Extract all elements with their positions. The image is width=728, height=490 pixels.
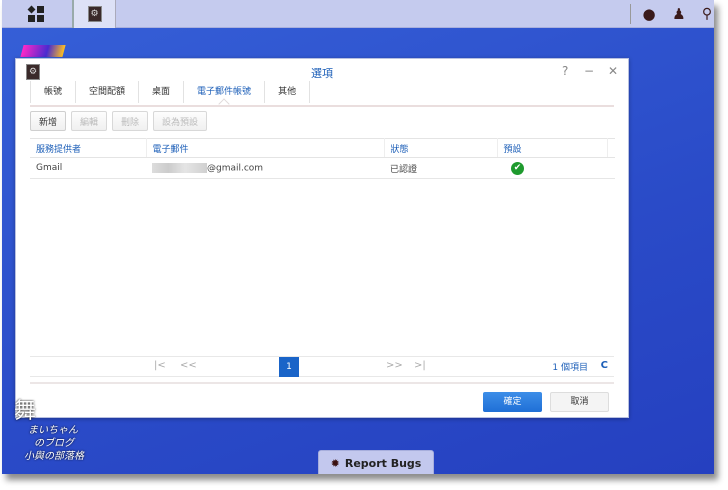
tab-quota[interactable]: 空間配額 [76,81,140,103]
tab-bar: 帳號 空間配額 桌面 電子郵件帳號 其他 [30,81,311,103]
window-title: 選項 [311,67,333,80]
toolbar: 新增 編輯 刪除 設為預設 [30,111,208,131]
column-header-status[interactable]: 狀態 [384,138,498,158]
default-cell: ✔ [497,157,607,179]
next-page-button[interactable]: >> [386,360,403,371]
main-menu-button[interactable] [22,0,50,28]
desktop-app-icon[interactable] [20,45,66,57]
refresh-icon[interactable]: C [601,360,608,371]
last-page-button[interactable]: >| [414,360,426,371]
item-count: 1 個項目 [552,363,588,373]
options-window: ⚙ 選項 ? − ✕ 帳號 空間配額 桌面 電子郵件帳號 其他 新增 編輯 刪除… [15,58,629,418]
chat-icon[interactable]: ● [638,0,660,28]
minimize-button[interactable]: − [584,64,594,78]
status-cell: 已認證 [384,157,497,179]
table-row[interactable]: Gmail @gmail.com 已認證 ✔ [30,157,615,179]
column-header-default[interactable]: 預設 [497,138,608,158]
first-page-button[interactable]: |< [154,360,166,371]
column-header-email[interactable]: 電子郵件 [146,138,385,158]
taskbar-settings-app[interactable]: ⚙ [72,0,116,28]
taskbar: ⚙ ● ♟ ⚲ [2,0,714,28]
divider [30,382,614,384]
prev-page-button[interactable]: << [180,360,197,371]
grid-icon [27,5,44,22]
help-button[interactable]: ? [562,64,568,78]
add-button[interactable]: 新增 [30,111,67,131]
delete-button[interactable]: 刪除 [112,111,149,131]
set-default-button[interactable]: 設為預設 [153,111,208,131]
user-icon[interactable]: ♟ [668,0,690,28]
tab-other[interactable]: 其他 [265,81,311,103]
provider-cell: Gmail [30,157,146,179]
check-circle-icon: ✔ [511,161,524,175]
redacted-text [152,162,207,173]
search-icon[interactable]: ⚲ [698,0,714,28]
report-bugs-button[interactable]: ✹ Report Bugs [318,450,434,474]
bug-icon: ✹ [330,456,340,470]
close-button[interactable]: ✕ [608,64,618,78]
cancel-button[interactable]: 取消 [550,392,609,412]
tab-account[interactable]: 帳號 [30,81,77,103]
current-page[interactable]: 1 [279,357,299,377]
desktop: ⚙ ● ♟ ⚲ ⚙ 選項 ? − ✕ 帳號 空間配額 桌面 電子郵件帳號 其他 … [2,0,714,474]
settings-gears-icon: ⚙ [87,6,102,22]
email-cell: @gmail.com [146,157,384,179]
tab-desktop[interactable]: 桌面 [139,81,185,103]
edit-button[interactable]: 編輯 [71,111,108,131]
pagination: |< << 1 >> >| 1 個項目 C [30,356,614,377]
email-accounts-table: 服務提供者 電子郵件 狀態 預設 Gmail @gmail.com 已認證 ✔ [30,138,615,179]
watermark-signature: 舞 まいちゃん のブログ 小與の部落格 [14,399,84,463]
column-header-provider[interactable]: 服務提供者 [30,138,147,158]
tab-email-accounts[interactable]: 電子郵件帳號 [184,81,266,103]
ok-button[interactable]: 確定 [483,392,542,412]
divider [30,105,614,107]
